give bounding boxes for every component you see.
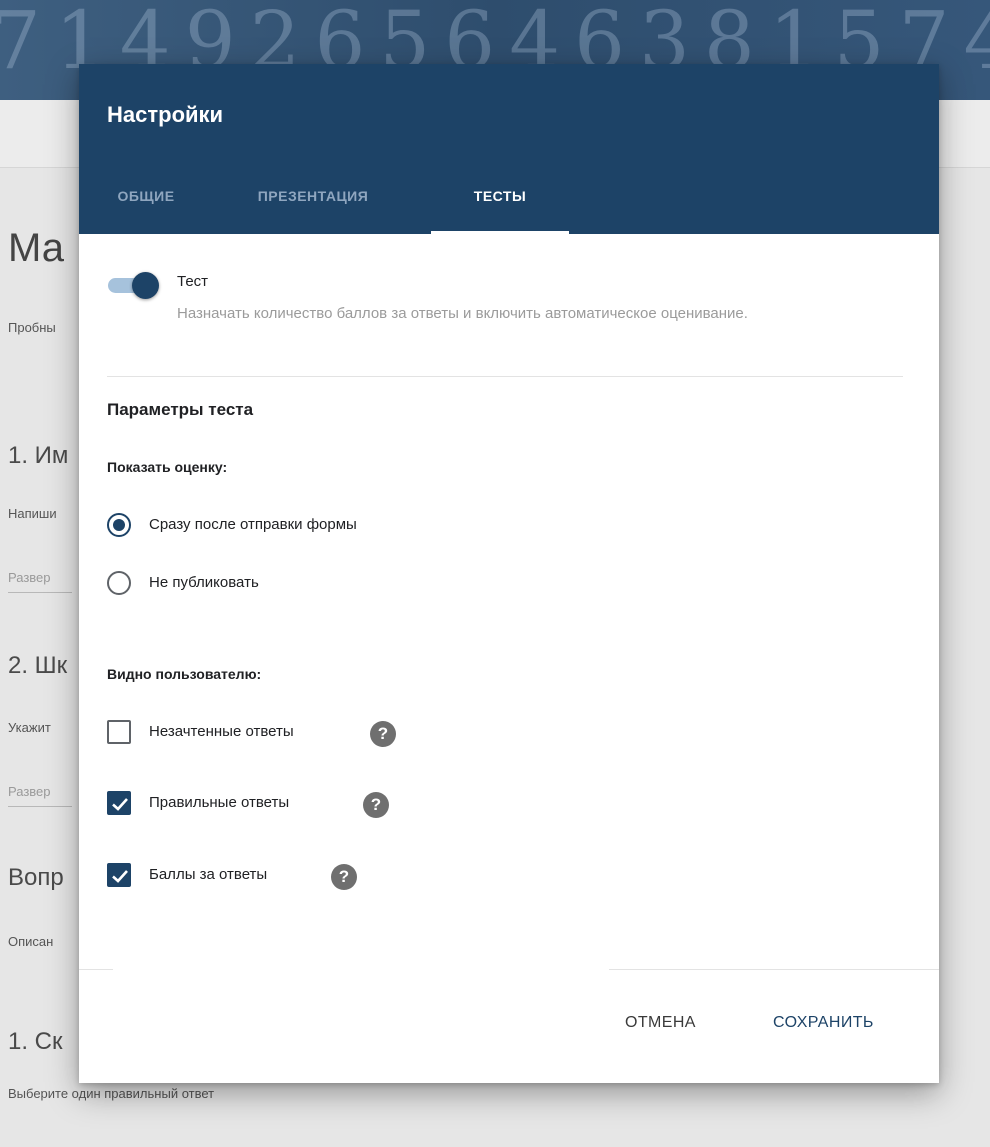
question-2-hint: Укажит: [8, 720, 51, 735]
radio-button-selected: [107, 513, 131, 537]
quiz-mode-description: Назначать количество баллов за ответы и …: [177, 305, 748, 322]
tab-bar: ОБЩИЕ ПРЕЗЕНТАЦИЯ ТЕСТЫ: [79, 172, 939, 234]
quiz-params-title: Параметры теста: [107, 400, 254, 419]
footer-divider-right: [609, 969, 939, 970]
question-1-hint: Напиши: [8, 506, 57, 521]
section-description: Описан: [8, 934, 54, 949]
footer-divider-left: [79, 969, 113, 970]
visible-to-user-label: Видно пользователю:: [107, 666, 262, 682]
cancel-button[interactable]: ОТМЕНА: [625, 1014, 696, 1032]
tab-quizzes-label: ТЕСТЫ: [473, 188, 527, 204]
help-icon[interactable]: ?: [370, 721, 396, 747]
question-1-title: 1. Им: [8, 442, 69, 469]
checkbox-unchecked: [107, 720, 131, 744]
help-icon[interactable]: ?: [363, 792, 389, 818]
radio-release-immediately-label: Сразу после отправки формы: [149, 516, 357, 533]
form-description: Пробны: [8, 320, 56, 335]
tab-general[interactable]: ОБЩИЕ: [107, 172, 185, 234]
tab-presentation[interactable]: ПРЕЗЕНТАЦИЯ: [229, 172, 397, 234]
radio-button: [107, 571, 131, 595]
question-1-answer-line: [8, 592, 72, 593]
checkbox-point-values[interactable]: Баллы за ответы: [107, 860, 307, 890]
checkbox-missed-answers-label: Незачтенные ответы: [149, 723, 294, 740]
section-divider: [107, 376, 903, 377]
checkmark-icon: [112, 798, 128, 811]
question-1-answer: Развер: [8, 570, 51, 585]
checkbox-point-values-label: Баллы за ответы: [149, 866, 268, 883]
checkbox-correct-answers[interactable]: Правильные ответы: [107, 788, 325, 818]
question-2-answer: Развер: [8, 784, 51, 799]
question-2-title: 2. Шк: [8, 652, 68, 679]
radio-do-not-publish[interactable]: Не публиковать: [107, 568, 347, 598]
form-title: Ма: [8, 226, 65, 270]
quiz-mode-toggle[interactable]: [108, 270, 160, 300]
settings-dialog: Настройки ОБЩИЕ ПРЕЗЕНТАЦИЯ ТЕСТЫ Тест Н…: [79, 64, 939, 1083]
save-button[interactable]: СОХРАНИТЬ: [773, 1014, 874, 1032]
quiz-mode-label: Тест: [177, 273, 209, 290]
dialog-title: Настройки: [107, 102, 224, 127]
question-3-title: 1. Ск: [8, 1028, 63, 1055]
checkbox-checked: [107, 863, 131, 887]
section-title: Вопр: [8, 864, 64, 891]
checkbox-correct-answers-label: Правильные ответы: [149, 794, 290, 811]
tab-quizzes[interactable]: ТЕСТЫ: [431, 172, 569, 234]
show-grade-label: Показать оценку:: [107, 459, 228, 475]
help-icon[interactable]: ?: [331, 864, 357, 890]
checkbox-missed-answers[interactable]: Незачтенные ответы: [107, 717, 339, 747]
tab-active-indicator: [431, 231, 569, 234]
question-2-answer-line: [8, 806, 72, 807]
question-3-hint: Выберите один правильный ответ: [8, 1086, 215, 1101]
checkbox-checked: [107, 791, 131, 815]
checkmark-icon: [112, 870, 128, 883]
toggle-knob: [132, 272, 159, 299]
dialog-header: Настройки ОБЩИЕ ПРЕЗЕНТАЦИЯ ТЕСТЫ: [79, 64, 939, 234]
radio-do-not-publish-label: Не публиковать: [149, 574, 259, 591]
radio-release-immediately[interactable]: Сразу после отправки формы: [107, 510, 467, 540]
